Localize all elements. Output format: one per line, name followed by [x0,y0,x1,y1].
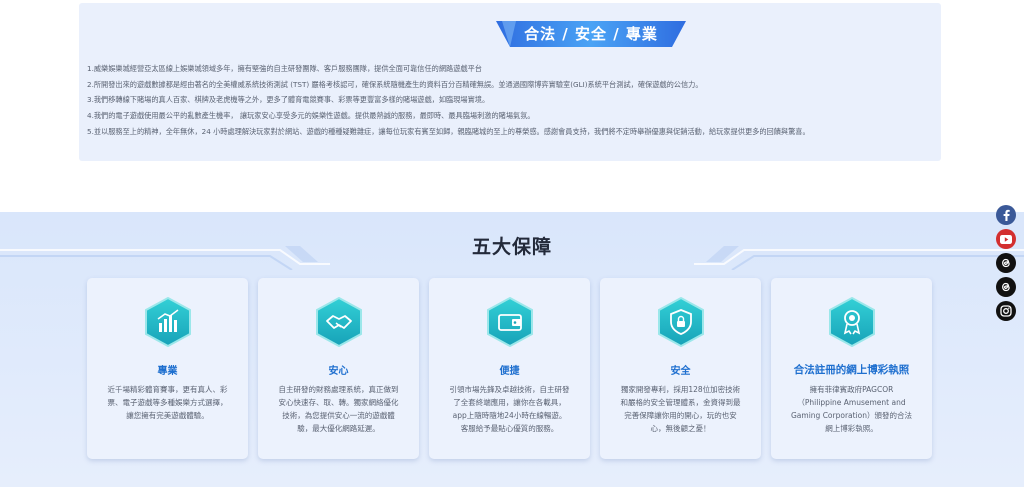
guarantee-card-peace-of-mind: 安心 自主研發的財務處理系統，真正做到安心快速存、取、轉。獨家網絡優化技術，為您… [258,278,419,459]
youtube-icon[interactable] [996,229,1016,249]
award-ribbon-icon [829,297,875,347]
card-title: 合法註冊的網上博彩執照 [793,364,910,376]
list-item: 4.我們的電子遊戲使用最公平的亂數產生機率， 讓玩家安心享受多元的娛樂性遊戲。提… [87,111,535,121]
chart-bars-icon [145,297,191,347]
instagram-icon[interactable] [996,301,1016,321]
five-guarantees-section: 五大保障 專業 近千場精彩體育賽事，更有真人、彩票、電子遊戲等多種娛樂方式選擇，… [0,212,1024,487]
card-title: 便捷 [499,366,520,377]
card-description: 自主研發的財務處理系統，真正做到安心快速存、取、轉。獨家網絡優化技術，為您提供安… [278,385,399,433]
section-heading-ribbon: 合法 / 安全 / 專業 [496,19,686,49]
guarantee-card-security: 安全 獨家開發專利，採用128位加密技術和嚴格的安全管理體系，金資得到最完善保障… [600,278,761,459]
list-item: 3.我們移轉線下賭場的真人百家、棋牌及老虎機等之外，更多了體育電競賽事、彩票等更… [87,95,490,105]
list-item: 1.威樂娛樂城經營亞太區線上娛樂城領域多年，擁有堅強的自主研發團隊、客戶服務團隊… [87,64,482,73]
list-item: 2.所開發出來的遊戲數據都是經由著名的全美權威系統技術測試 (TST) 嚴格考核… [87,79,703,89]
section-title: 五大保障 [471,236,552,258]
guarantee-card-convenience: 便捷 引領市場先鋒及卓越技術，自主研發了全套終端應用，讓你在各載具，app上隨時… [429,278,590,459]
card-title: 安心 [328,366,349,377]
threads-icon[interactable] [996,277,1016,297]
social-links [996,205,1018,325]
card-description: 獨家開發專利，採用128位加密技術和嚴格的安全管理體系，金資得到最完善保障讓你用… [620,385,741,433]
legal-info-panel: 合法 / 安全 / 專業 1.威樂娛樂城經營亞太區線上娛樂城領域多年，擁有堅強的… [79,3,941,161]
card-title: 安全 [670,366,691,377]
card-description: 擁有菲律賓政府PAGCOR（Philippine Amusement and G… [791,385,912,433]
list-item: 5.並以服務至上的精神，全年無休，24 小時處理解決玩家對於網站、遊戲的種種疑難… [87,126,810,136]
page: 合法 / 安全 / 專業 1.威樂娛樂城經營亞太區線上娛樂城領域多年，擁有堅強的… [0,0,1024,487]
section-heading: 合法 / 安全 / 專業 [524,25,658,43]
card-description: 近千場精彩體育賽事，更有真人、彩票、電子遊戲等多種娛樂方式選擇，讓您擁有完美遊戲… [107,385,228,420]
threads-icon[interactable] [996,253,1016,273]
legal-info-list: 1.威樂娛樂城經營亞太區線上娛樂城領域多年，擁有堅強的自主研發團隊、客戶服務團隊… [87,61,933,140]
guarantee-card-license: 合法註冊的網上博彩執照 擁有菲律賓政府PAGCOR（Philippine Amu… [771,278,932,459]
card-title: 專業 [157,366,178,377]
facebook-icon[interactable] [996,205,1016,225]
shield-lock-icon [658,297,704,347]
card-description: 引領市場先鋒及卓越技術，自主研發了全套終端應用，讓你在各載具，app上隨時隨地2… [449,385,570,433]
handshake-icon [316,297,362,347]
guarantee-card-professional: 專業 近千場精彩體育賽事，更有真人、彩票、電子遊戲等多種娛樂方式選擇，讓您擁有完… [87,278,248,459]
wallet-icon [487,297,533,347]
